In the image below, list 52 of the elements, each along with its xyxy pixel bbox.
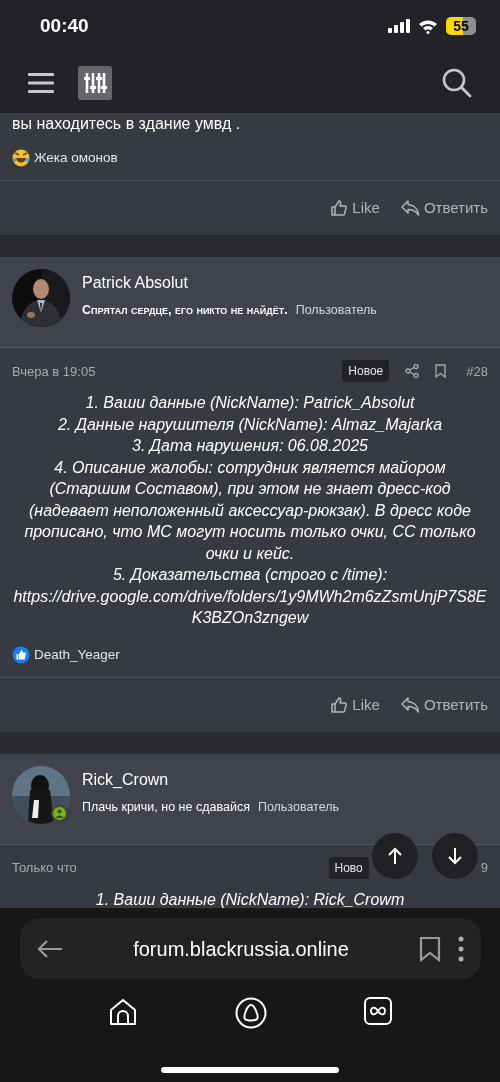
- sliders-icon: [83, 70, 107, 95]
- signal-icon: [388, 19, 410, 33]
- post-text: 4. Описание жалобы: сотрудник является майором (Старшим Составом), при этом не знает дресс-код (надевает неположенный аксессуар-рюкзак). В дресс коде прописано, что МС могут носить только очки, СС только очки и кейс.: [23, 457, 477, 564]
- like-reaction-icon: [12, 645, 30, 664]
- post-time[interactable]: Только что: [12, 858, 77, 878]
- down-arrow-icon: [447, 847, 463, 865]
- like-button[interactable]: Like: [330, 197, 380, 220]
- laughing-emoji-icon: [12, 149, 30, 168]
- post-time[interactable]: Вчера в 19:05: [12, 361, 96, 381]
- author-name[interactable]: Rick_Crown: [82, 768, 340, 792]
- home-icon[interactable]: [108, 997, 139, 1027]
- status-time: 00:40: [40, 13, 89, 38]
- post-text: 3. Дата нарушения: 06.08.2025: [131, 436, 369, 457]
- back-arrow-icon[interactable]: [35, 938, 64, 959]
- battery-indicator: 55: [446, 17, 476, 35]
- user-role: Пользователь: [257, 799, 340, 816]
- address-bar[interactable]: forum.blackrussia.online: [19, 918, 481, 979]
- search-icon[interactable]: [442, 67, 472, 98]
- thumbs-up-icon: [330, 199, 349, 218]
- filter-button[interactable]: [78, 65, 112, 100]
- up-arrow-icon: [387, 847, 403, 865]
- reply-button[interactable]: Ответить: [399, 693, 488, 717]
- share-icon[interactable]: [405, 364, 420, 379]
- bookmark-icon[interactable]: [418, 935, 441, 962]
- post-text: 1. Ваши данные (NickName): Rick_Crowm: [94, 890, 406, 908]
- user-role: Пользователь: [295, 302, 377, 320]
- reaction-user[interactable]: Жека омонов: [34, 148, 118, 169]
- thumbs-up-icon: [330, 696, 349, 714]
- assistant-icon[interactable]: [235, 997, 267, 1029]
- bookmark-icon[interactable]: [435, 364, 447, 379]
- menu-icon[interactable]: [28, 71, 54, 94]
- reaction-user[interactable]: Death_Yeager: [34, 644, 120, 665]
- post-text: вы находитесь в здание умвд .: [12, 114, 241, 134]
- wifi-icon: [418, 18, 438, 34]
- user-signature: Плачь кричи, но не сдавайся: [82, 799, 250, 816]
- post-number[interactable]: #28: [466, 361, 488, 381]
- author-name[interactable]: Patrick Absolut: [82, 271, 377, 296]
- reply-icon: [399, 199, 420, 218]
- post-text: 1. Ваши данные (NickName): Patrick_Absolut: [84, 393, 416, 414]
- reply-button[interactable]: Ответить: [399, 197, 488, 220]
- new-label: Новое: [342, 360, 390, 383]
- like-button[interactable]: Like: [330, 693, 380, 717]
- more-options-icon[interactable]: [456, 935, 465, 962]
- url-text: forum.blackrussia.online: [132, 936, 350, 962]
- user-signature: Спрятал сердце, его никто не найдёт.: [82, 302, 288, 320]
- reply-icon: [399, 696, 420, 714]
- new-label: Ново: [328, 857, 369, 879]
- post-text: 2. Данные нарушителя (NickName): Almaz_Majarka: [56, 414, 444, 435]
- tabs-icon[interactable]: [363, 997, 392, 1025]
- post-text: https://drive.google.com/drive/folders/1y9MWh2m6zZsmUnjP7S8EK3BZOn3zngew: [12, 586, 488, 629]
- post-number[interactable]: 9: [480, 858, 488, 878]
- post-text: 5. Доказательства (строго с /time):: [111, 565, 389, 586]
